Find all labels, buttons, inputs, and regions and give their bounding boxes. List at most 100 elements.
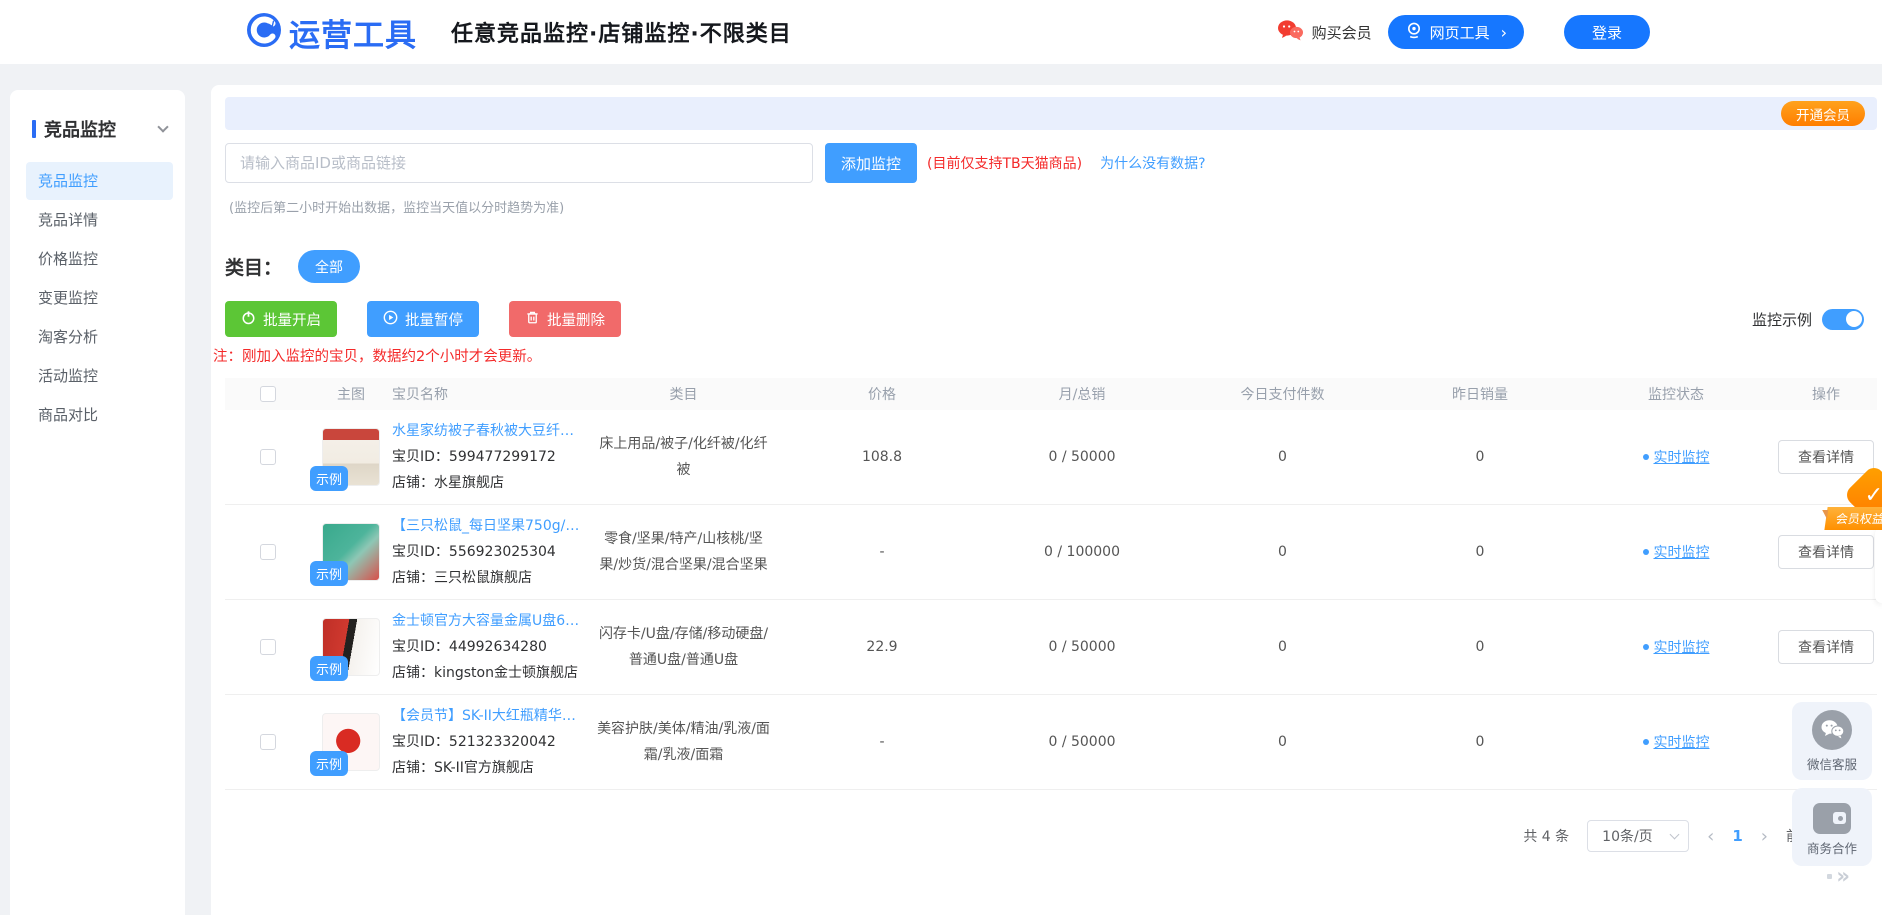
accent-bar: [32, 120, 36, 138]
product-id: 宝贝ID：556923025304: [392, 539, 585, 565]
sidebar-item-product-detail[interactable]: 竞品详情: [26, 201, 173, 239]
product-title-link[interactable]: 【会员节】SK-II大红瓶精华面霜提...: [392, 703, 582, 729]
product-title-link[interactable]: 金士顿官方大容量金属U盘64g高速...: [392, 608, 582, 634]
total-count: 共 4 条: [1523, 826, 1569, 846]
view-detail-button[interactable]: 查看详情: [1778, 630, 1874, 664]
row-checkbox[interactable]: [260, 639, 276, 655]
prev-page-button[interactable]: ‹: [1707, 826, 1714, 847]
logo-icon: [246, 12, 282, 52]
sidebar-item-price-monitoring[interactable]: 价格监控: [26, 240, 173, 278]
sidebar-group-competitor-monitoring[interactable]: 竞品监控: [10, 90, 185, 162]
col-header-price: 价格: [782, 384, 982, 404]
wallet-icon: [1813, 803, 1851, 834]
wechat-service-card[interactable]: 微信客服: [1792, 702, 1872, 780]
page-size-select[interactable]: 10条/页: [1587, 820, 1689, 852]
login-button[interactable]: 登录: [1564, 15, 1650, 49]
update-warning: 注：刚加入监控的宝贝，数据约2个小时才会更新。: [213, 345, 1882, 366]
example-badge: 示例: [310, 656, 348, 681]
sidebar-item-product-compare[interactable]: 商品对比: [26, 396, 173, 434]
dot-icon: [1827, 874, 1832, 879]
product-thumbnail[interactable]: 示例: [322, 523, 380, 581]
current-page[interactable]: 1: [1732, 827, 1742, 845]
sidebar-group-title: 竞品监控: [44, 116, 159, 142]
monitor-status[interactable]: 实时监控: [1577, 732, 1775, 752]
status-dot-icon: [1643, 454, 1649, 460]
example-badge: 示例: [310, 466, 348, 491]
yesterday-sales: 0: [1383, 544, 1577, 560]
wechat-service-label: 微信客服: [1807, 754, 1857, 773]
monitor-status[interactable]: 实时监控: [1577, 542, 1775, 562]
col-header-action: 操作: [1775, 384, 1877, 404]
col-header-today-paid: 今日支付件数: [1182, 384, 1383, 404]
collapsed-panel-edge: [1875, 527, 1882, 603]
example-badge: 示例: [310, 561, 348, 586]
tagline: 任意竞品监控·店铺监控·不限类目: [451, 16, 792, 48]
add-monitor-button[interactable]: 添加监控: [825, 143, 917, 183]
today-paid-count: 0: [1182, 544, 1383, 560]
row-checkbox[interactable]: [260, 544, 276, 560]
yesterday-sales: 0: [1383, 449, 1577, 465]
view-detail-button[interactable]: 查看详情: [1778, 535, 1874, 569]
pagination: 共 4 条 10条/页 ‹ 1 › 前: [211, 820, 1800, 852]
product-title-link[interactable]: 水星家纺被子春秋被大豆纤维被夏...: [392, 418, 582, 444]
product-search-input[interactable]: [225, 143, 813, 183]
yesterday-sales: 0: [1383, 639, 1577, 655]
monitor-status[interactable]: 实时监控: [1577, 447, 1775, 467]
next-page-button[interactable]: ›: [1761, 826, 1768, 847]
col-header-yesterday-sales: 昨日销量: [1383, 384, 1577, 404]
sidebar: 竞品监控 竞品监控 竞品详情 价格监控 变更监控 淘客分析 活动监控 商品对比: [10, 90, 185, 915]
product-title-link[interactable]: 【三只松鼠_每日坚果750g/30包】...: [392, 513, 582, 539]
row-checkbox[interactable]: [260, 734, 276, 750]
buy-membership-label: 购买会员: [1312, 22, 1372, 43]
open-membership-button[interactable]: 开通会员: [1781, 101, 1865, 126]
table-row: 示例 【三只松鼠_每日坚果750g/30包】... 宝贝ID：556923025…: [225, 505, 1877, 600]
business-coop-card[interactable]: 商务合作: [1792, 788, 1872, 866]
product-category: 零食/坚果/特产/山核桃/坚果/炒货/混合坚果/混合坚果: [585, 526, 782, 578]
product-thumbnail[interactable]: 示例: [322, 618, 380, 676]
col-header-status: 监控状态: [1577, 384, 1775, 404]
product-price: -: [782, 544, 982, 560]
monitor-example-toggle[interactable]: [1822, 309, 1864, 330]
month-total-sales: 0 / 50000: [982, 639, 1182, 655]
category-all-pill[interactable]: 全部: [298, 250, 360, 283]
col-header-month-total: 月/总销: [982, 384, 1182, 404]
membership-ribbon[interactable]: ✓ 会员权益: [1828, 473, 1882, 535]
why-no-data-link[interactable]: 为什么没有数据?: [1100, 153, 1205, 173]
table-row: 示例 水星家纺被子春秋被大豆纤维被夏... 宝贝ID：599477299172 …: [225, 410, 1877, 505]
monitor-hint: (监控后第二小时开始出数据，监控当天值以分时趋势为准): [229, 197, 1882, 216]
batch-start-button[interactable]: 批量开启: [225, 301, 337, 337]
collapse-widgets-button[interactable]: »: [1827, 864, 1850, 888]
monitor-example-label: 监控示例: [1752, 309, 1812, 330]
product-price: 22.9: [782, 639, 982, 655]
product-id: 宝贝ID：44992634280: [392, 634, 585, 660]
wechat-service-icon: [1812, 710, 1852, 750]
view-detail-button[interactable]: 查看详情: [1778, 440, 1874, 474]
sidebar-item-change-monitoring[interactable]: 变更监控: [26, 279, 173, 317]
batch-pause-button[interactable]: 批量暂停: [367, 301, 479, 337]
status-label: 实时监控: [1654, 542, 1710, 562]
product-category: 美容护肤/美体/精油/乳液/面霜/乳液/面霜: [585, 716, 782, 768]
product-shop: 店铺：kingston金士顿旗舰店: [392, 660, 585, 686]
sidebar-item-taoke-analysis[interactable]: 淘客分析: [26, 318, 173, 356]
month-total-sales: 0 / 100000: [982, 544, 1182, 560]
table-header-row: 主图 宝贝名称 类目 价格 月/总销 今日支付件数 昨日销量 监控状态 操作: [225, 378, 1877, 410]
sidebar-item-activity-monitoring[interactable]: 活动监控: [26, 357, 173, 395]
status-label: 实时监控: [1654, 637, 1710, 657]
row-checkbox[interactable]: [260, 449, 276, 465]
batch-delete-button[interactable]: 批量删除: [509, 301, 621, 337]
batch-start-label: 批量开启: [263, 309, 321, 330]
webcam-icon: [1405, 21, 1423, 43]
buy-membership-link[interactable]: 购买会员: [1277, 19, 1372, 46]
product-shop: 店铺：三只松鼠旗舰店: [392, 565, 585, 591]
product-category: 闪存卡/U盘/存储/移动硬盘/普通U盘/普通U盘: [585, 621, 782, 673]
status-label: 实时监控: [1654, 732, 1710, 752]
monitor-table: 主图 宝贝名称 类目 价格 月/总销 今日支付件数 昨日销量 监控状态 操作 示…: [225, 378, 1877, 790]
product-thumbnail[interactable]: 示例: [322, 713, 380, 771]
product-thumbnail[interactable]: 示例: [322, 428, 380, 486]
select-all-checkbox[interactable]: [260, 386, 276, 402]
status-dot-icon: [1643, 549, 1649, 555]
sidebar-item-competitor-monitoring[interactable]: 竞品监控: [26, 162, 173, 200]
web-tools-button[interactable]: 网页工具 ›: [1388, 15, 1524, 49]
monitor-status[interactable]: 实时监控: [1577, 637, 1775, 657]
logo[interactable]: 运营工具: [246, 10, 417, 55]
